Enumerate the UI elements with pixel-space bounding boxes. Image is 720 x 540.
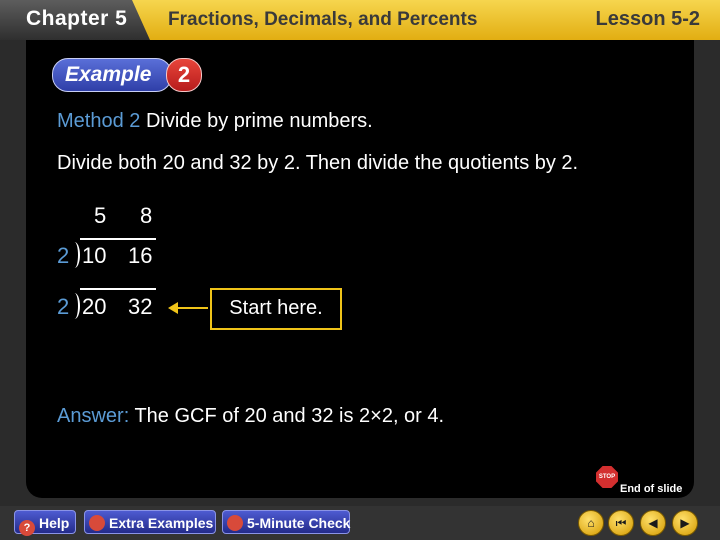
division-bar-top (80, 238, 156, 240)
method-label: Method 2 (57, 110, 141, 132)
extra-examples-label: Extra Examples (109, 515, 214, 531)
help-label: Help (39, 515, 70, 531)
example-badge: Example 2 (52, 58, 202, 92)
answer-line: Answer: The GCF of 20 and 32 is 2×2, or … (57, 405, 444, 428)
division-bracket-middle (68, 242, 80, 268)
previous-slide-icon[interactable]: ◀ (640, 510, 666, 536)
answer-label: Answer: (57, 405, 130, 427)
method-line: Method 2 Divide by prime numbers. (57, 110, 373, 133)
first-slide-icon[interactable]: ⏮ (608, 510, 634, 536)
help-icon: ? (19, 520, 35, 536)
lesson-label: Lesson 5-2 (595, 8, 700, 30)
example-number: 2 (166, 58, 202, 92)
five-minute-check-label: 5-Minute Check (247, 515, 351, 531)
answer-text: The GCF of 20 and 32 is 2×2, or 4. (134, 405, 445, 427)
next-slide-icon[interactable]: ▶ (672, 510, 698, 536)
five-minute-check-button[interactable]: 5-Minute Check (222, 510, 350, 534)
extra-examples-button[interactable]: Extra Examples (84, 510, 216, 534)
end-of-slide-label: End of slide (620, 483, 683, 495)
slide-panel (26, 40, 694, 498)
callout-arrow (172, 307, 208, 309)
quotient-1: 5 (94, 203, 107, 228)
examples-icon (89, 515, 105, 531)
example-label: Example (65, 63, 152, 86)
menu-icon[interactable]: ⌂ (578, 510, 604, 536)
help-button[interactable]: ? Help (14, 510, 76, 536)
start-here-callout: Start here. (210, 288, 342, 330)
check-icon (227, 515, 243, 531)
bottom-value-1: 20 (82, 294, 107, 319)
header-bar: Chapter 5 Fractions, Decimals, and Perce… (0, 0, 720, 40)
instruction-text: Divide both 20 and 32 by 2. Then divide … (57, 152, 579, 174)
bottom-value-2: 32 (128, 294, 153, 319)
division-bracket-bottom (68, 293, 80, 319)
middle-value-2: 16 (128, 243, 153, 268)
chapter-title: Fractions, Decimals, and Percents (168, 9, 478, 30)
chapter-label: Chapter 5 (26, 7, 128, 30)
division-bar-bottom (80, 288, 156, 290)
method-text: Divide by prime numbers. (145, 110, 373, 132)
middle-value-1: 10 (82, 243, 107, 268)
slide-page: Chapter 5 Fractions, Decimals, and Perce… (0, 0, 720, 540)
example-pill: Example (52, 58, 172, 92)
quotient-2: 8 (140, 203, 153, 228)
